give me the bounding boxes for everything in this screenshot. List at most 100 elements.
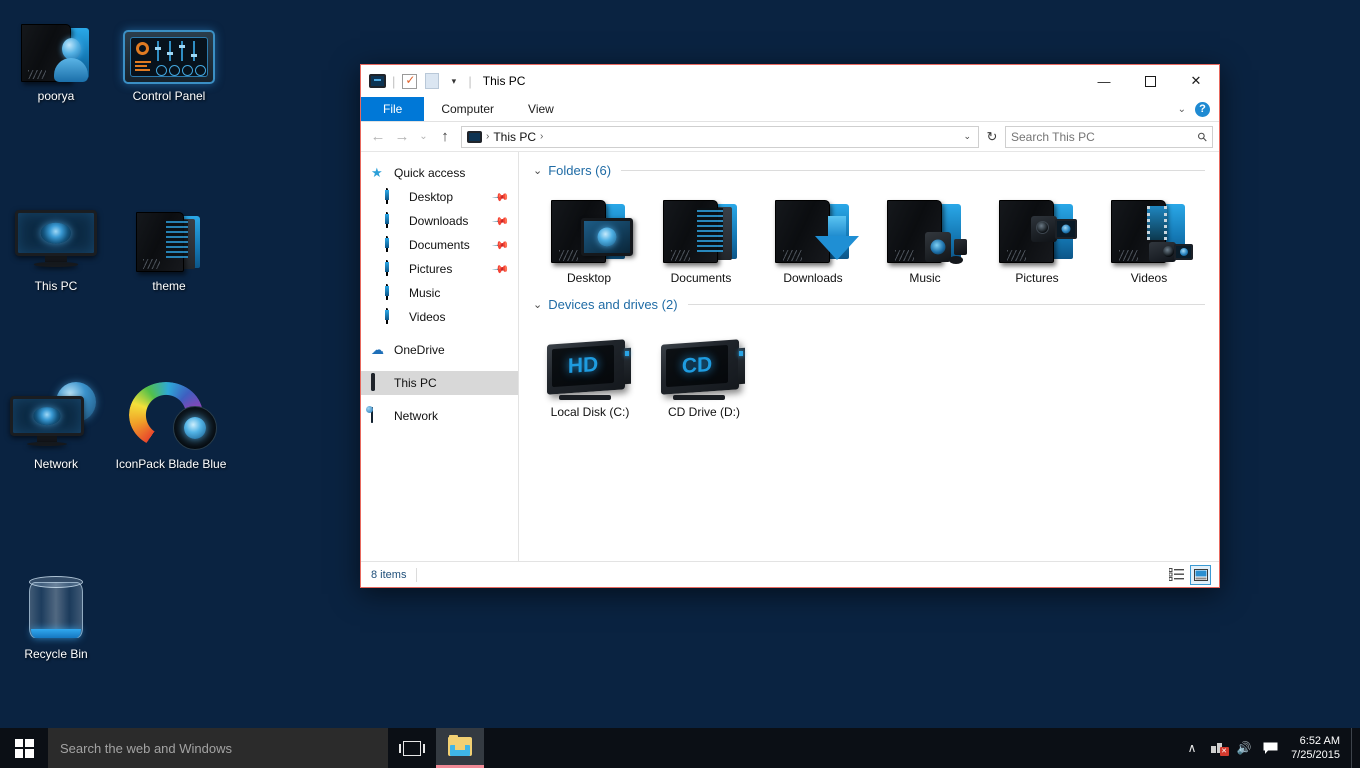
pin-icon[interactable]: 📌	[492, 188, 511, 207]
this-pc-monitor-icon	[2, 200, 110, 274]
taskbar-app-file-explorer[interactable]	[436, 728, 484, 768]
devices-grid[interactable]: HD Local Disk (C:)	[533, 318, 1205, 419]
group-header-devices[interactable]: ⌄ Devices and drives (2)	[533, 297, 1205, 312]
item-videos[interactable]: Videos	[1093, 184, 1205, 285]
chevron-down-icon[interactable]: ⌄	[533, 164, 542, 177]
taskbar[interactable]: Search the web and Windows ∧ ✕ 🔊	[0, 728, 1360, 768]
cloud-icon: ☁	[371, 342, 387, 358]
search-input[interactable]	[1011, 130, 1198, 144]
desktop-icon-this-pc[interactable]: This PC	[2, 200, 110, 293]
item-documents[interactable]: Documents	[645, 184, 757, 285]
breadcrumb-item-this-pc[interactable]: This PC	[493, 130, 536, 144]
new-folder-icon[interactable]	[423, 73, 440, 90]
window-title: This PC	[483, 74, 526, 88]
desktop-icon-recycle-bin[interactable]: Recycle Bin	[2, 568, 110, 661]
sidebar-item-music[interactable]: Music	[361, 281, 518, 305]
search-box[interactable]: ⚲	[1005, 126, 1213, 148]
maximize-button[interactable]	[1127, 65, 1173, 97]
item-pictures[interactable]: Pictures	[981, 184, 1093, 285]
forward-button[interactable]: →	[391, 125, 413, 149]
window-controls[interactable]: — ✕	[1081, 65, 1219, 97]
hard-drive-icon: HD	[533, 322, 647, 400]
sidebar-item-label: Music	[409, 286, 440, 300]
clock-date: 7/25/2015	[1291, 748, 1340, 762]
sidebar-item-desktop[interactable]: Desktop 📌	[361, 185, 518, 209]
details-view-icon[interactable]	[1166, 565, 1187, 585]
desktop-icon-network[interactable]: Network	[2, 378, 110, 471]
help-icon[interactable]: ?	[1195, 102, 1210, 117]
breadcrumb-separator-2[interactable]: ›	[540, 131, 543, 142]
desktop[interactable]: poorya	[0, 0, 1360, 768]
folder-icon	[115, 200, 223, 274]
sidebar-item-downloads[interactable]: Downloads 📌	[361, 209, 518, 233]
item-downloads[interactable]: Downloads	[757, 184, 869, 285]
recent-locations-icon[interactable]: ⌄	[415, 125, 432, 149]
system-tray[interactable]: ∧ ✕ 🔊 6:52 AM 7/25/2015	[1179, 728, 1360, 768]
sidebar-item-pictures[interactable]: Pictures 📌	[361, 257, 518, 281]
tab-file[interactable]: File	[361, 97, 424, 121]
task-view-button[interactable]	[388, 728, 436, 768]
window-titlebar[interactable]: | ▾ | This PC — ✕	[361, 65, 1219, 97]
pin-icon[interactable]: 📌	[492, 212, 511, 231]
properties-icon[interactable]	[401, 73, 418, 90]
chevron-down-icon[interactable]: ⌄	[533, 298, 542, 311]
sidebar-item-label: This PC	[394, 376, 437, 390]
back-button[interactable]: ←	[367, 125, 389, 149]
group-divider	[621, 170, 1205, 171]
sidebar-item-label: Quick access	[394, 166, 465, 180]
navigation-pane[interactable]: ★ Quick access Desktop 📌 Downloads 📌 Doc…	[361, 152, 519, 561]
search-placeholder: Search the web and Windows	[60, 741, 232, 756]
this-pc-icon[interactable]	[369, 73, 386, 90]
tab-computer[interactable]: Computer	[424, 97, 511, 121]
tab-view[interactable]: View	[511, 97, 571, 121]
desktop-icon-theme[interactable]: theme	[115, 200, 223, 293]
desktop-icon-iconpack[interactable]: IconPack Blade Blue	[111, 378, 231, 471]
tray-expand-icon[interactable]: ∧	[1179, 728, 1205, 768]
group-header-folders[interactable]: ⌄ Folders (6)	[533, 163, 1205, 178]
customize-caret-icon[interactable]: ▾	[445, 73, 462, 90]
item-cd-drive-d[interactable]: CD CD Drive (D:)	[647, 318, 761, 419]
expand-ribbon-icon[interactable]: ⌄	[1178, 104, 1186, 115]
folders-grid[interactable]: Desktop Documents	[533, 184, 1205, 285]
file-explorer-window[interactable]: | ▾ | This PC — ✕ File Computer View ⌄ ?	[360, 64, 1220, 588]
refresh-button[interactable]: ↻	[981, 129, 1003, 145]
quick-access-toolbar[interactable]: | ▾ |	[369, 73, 473, 90]
pin-icon[interactable]: 📌	[492, 260, 511, 279]
sidebar-item-network[interactable]: Network	[361, 404, 518, 428]
up-button[interactable]: ↑	[434, 125, 456, 149]
network-disconnected-icon[interactable]: ✕	[1205, 728, 1231, 768]
notification-icon[interactable]	[1257, 728, 1283, 768]
close-button[interactable]: ✕	[1173, 65, 1219, 97]
downloads-folder-icon	[757, 188, 869, 266]
pin-icon[interactable]: 📌	[492, 236, 511, 255]
status-bar: 8 items	[361, 561, 1219, 587]
item-music[interactable]: Music	[869, 184, 981, 285]
breadcrumb[interactable]: › This PC › ⌄	[461, 126, 979, 148]
item-desktop[interactable]: Desktop	[533, 184, 645, 285]
sidebar-item-documents[interactable]: Documents 📌	[361, 233, 518, 257]
drive-badge: HD	[568, 353, 598, 379]
sidebar-spacer	[361, 329, 518, 338]
documents-folder-icon	[645, 188, 757, 266]
sidebar-item-this-pc[interactable]: This PC	[361, 371, 518, 395]
ribbon-tabs[interactable]: File Computer View ⌄ ?	[361, 97, 1219, 122]
content-pane[interactable]: ⌄ Folders (6)	[519, 152, 1219, 561]
address-bar[interactable]: ← → ⌄ ↑ › This PC › ⌄ ↻ ⚲	[361, 122, 1219, 152]
breadcrumb-dropdown-icon[interactable]: ⌄	[963, 131, 973, 142]
sidebar-item-videos[interactable]: Videos	[361, 305, 518, 329]
sidebar-item-label: Videos	[409, 310, 445, 324]
item-local-disk-c[interactable]: HD Local Disk (C:)	[533, 318, 647, 419]
sidebar-item-label: Pictures	[409, 262, 452, 276]
speaker-icon[interactable]: 🔊	[1231, 728, 1257, 768]
show-desktop-button[interactable]	[1351, 728, 1358, 768]
desktop-icon-poorya[interactable]: poorya	[2, 10, 110, 103]
clock[interactable]: 6:52 AM 7/25/2015	[1283, 728, 1351, 768]
taskbar-search-box[interactable]: Search the web and Windows	[48, 728, 388, 768]
desktop-icon-control-panel[interactable]: Control Panel	[115, 10, 223, 103]
sidebar-item-onedrive[interactable]: ☁ OneDrive	[361, 338, 518, 362]
sidebar-item-quick-access[interactable]: ★ Quick access	[361, 161, 518, 185]
minimize-button[interactable]: —	[1081, 65, 1127, 97]
folder-icon	[386, 261, 402, 277]
start-button[interactable]	[0, 728, 48, 768]
large-icons-view-icon[interactable]	[1190, 565, 1211, 585]
